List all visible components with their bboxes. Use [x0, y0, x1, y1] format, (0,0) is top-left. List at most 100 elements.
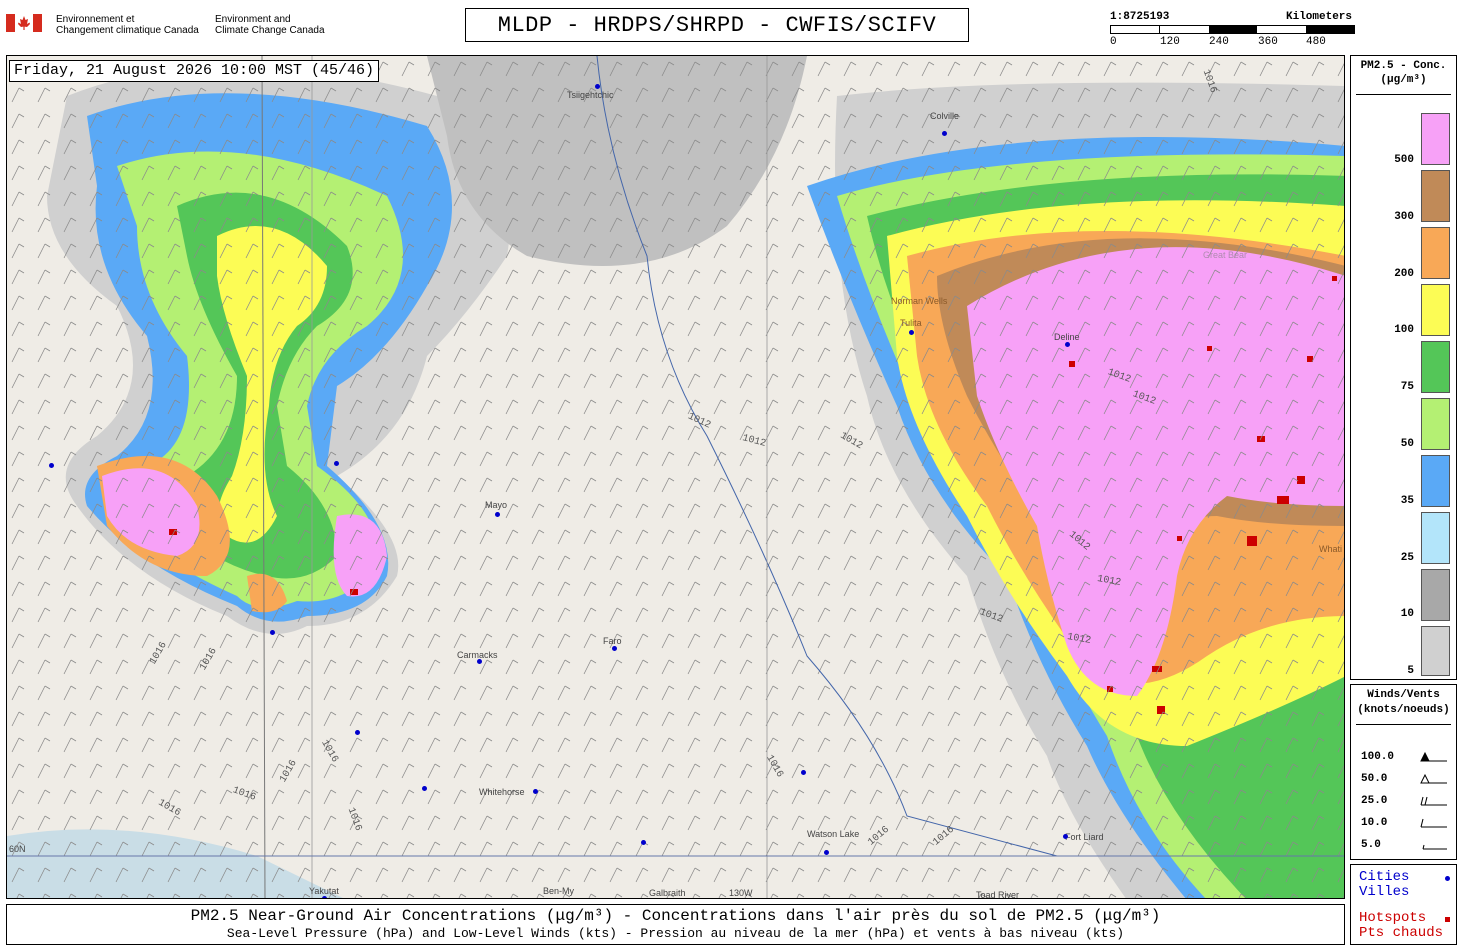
city-label: Colville: [930, 111, 960, 121]
city-marker-icon[interactable]: [270, 630, 275, 635]
legend-divider: [1356, 94, 1451, 95]
city-marker-icon[interactable]: [801, 770, 806, 775]
legend-level: 35: [1400, 495, 1414, 507]
city-marker-icon[interactable]: [1065, 342, 1070, 347]
legend-swatch: [1421, 398, 1450, 450]
legend-cities-fr: Villes: [1359, 884, 1410, 900]
legend-swatch: [1421, 341, 1450, 393]
city-label: Tsiigehtchic: [567, 90, 614, 100]
city-marker-icon[interactable]: [595, 84, 600, 89]
city-label: Yakutat: [309, 886, 339, 896]
city-label: Mayo: [485, 500, 508, 510]
legend-divider: [1356, 724, 1451, 725]
city-marker-icon[interactable]: [612, 646, 617, 651]
legend-swatch: [1421, 284, 1450, 336]
wind-speed-label: 5.0: [1361, 839, 1381, 851]
city-marker-icon[interactable]: [909, 330, 914, 335]
legend-cities: Cities Villes: [1359, 870, 1409, 900]
scale-tick-0: 0: [1110, 36, 1117, 48]
legend-swatch: [1421, 626, 1450, 676]
scale-tick-2: 240: [1209, 36, 1229, 48]
city-marker-icon[interactable]: [942, 131, 947, 136]
legend-level: 50: [1400, 438, 1414, 450]
hotspot-square-icon: [1445, 917, 1450, 922]
footer-title: PM2.5 Near-Ground Air Concentrations (μg…: [190, 907, 1161, 925]
city-marker-icon[interactable]: [49, 463, 54, 468]
grid-label-lat: 60N: [9, 844, 26, 854]
city-marker-icon[interactable]: [1063, 834, 1068, 839]
legend-level: 200: [1394, 268, 1414, 280]
wind-barb-icon: [1420, 751, 1447, 850]
city-marker-icon[interactable]: [422, 786, 427, 791]
legend-swatch: [1421, 569, 1450, 621]
city-marker-icon[interactable]: [824, 850, 829, 855]
legend-level: 300: [1394, 211, 1414, 223]
city-label: Great Bear: [1203, 250, 1248, 260]
city-marker-icon[interactable]: [334, 461, 339, 466]
legend-title-line2: (μg/m³): [1380, 74, 1427, 86]
city-dot-icon: [1445, 876, 1450, 881]
city-label: Whati: [1319, 544, 1343, 554]
city-marker-icon[interactable]: [355, 730, 360, 735]
legend-swatch: [1421, 512, 1450, 564]
legend-swatch: [1421, 227, 1450, 279]
scale-ratio: 1:8725193: [1110, 11, 1170, 23]
city-label: Norman Wells: [891, 296, 948, 306]
city-label: Faro: [603, 636, 622, 646]
city-label: Watson Lake: [807, 829, 860, 839]
page-title: MLDP - HRDPS/SHRPD - CWFIS/SCIFV: [465, 8, 969, 42]
city-marker-icon[interactable]: [495, 512, 500, 517]
gov-name-fr: Environnement et Changement climatique C…: [56, 14, 199, 36]
wind-speed-label: 50.0: [1361, 773, 1388, 785]
scale-units: Kilometers: [1286, 11, 1353, 23]
city-label: Ben-My: [543, 886, 575, 896]
legend-hotspots-fr: Pts chauds: [1359, 925, 1444, 941]
gov-fr-line2: Changement climatique Canada: [56, 25, 199, 36]
city-marker-icon[interactable]: [533, 789, 538, 794]
legend-swatch: [1421, 455, 1450, 507]
legend-level: 75: [1400, 381, 1414, 393]
city-marker-icon[interactable]: [641, 840, 646, 845]
scale-bar: [1110, 25, 1355, 34]
legend-title: PM2.5 - Conc. (μg/m³): [1351, 59, 1456, 87]
scale-tick-3: 360: [1258, 36, 1278, 48]
footer-caption: PM2.5 Near-Ground Air Concentrations (μg…: [6, 904, 1345, 945]
city-label: Whitehorse: [479, 787, 525, 797]
legend-hotspots-en: Hotspots: [1359, 910, 1427, 926]
legend-winds: Winds/Vents (knots/noeuds) 100.0 50.0 25…: [1350, 684, 1457, 860]
legend-hotspots: Hotspots Pts chauds: [1359, 911, 1443, 941]
legend-level: 5: [1407, 665, 1414, 677]
legend-cities-en: Cities: [1359, 869, 1410, 885]
city-label: Deline: [1054, 332, 1080, 342]
city-label: Fort Liard: [1065, 832, 1104, 842]
city-marker-icon[interactable]: [477, 659, 482, 664]
legend-level: 25: [1400, 552, 1414, 564]
grid-label-lon: 130W: [729, 888, 753, 898]
gov-fr-line1: Environnement et: [56, 14, 135, 25]
legend-wind-title-line1: Winds/Vents: [1367, 689, 1440, 701]
map-canvas[interactable]: [7, 56, 1345, 899]
wind-speed-label: 10.0: [1361, 817, 1388, 829]
city-label: Tulita: [900, 318, 922, 328]
wind-barb-field: [7, 56, 1344, 898]
legend-swatch: [1421, 113, 1450, 165]
gov-en-line2: Climate Change Canada: [215, 25, 325, 36]
city-marker-icon[interactable]: [322, 896, 327, 898]
city-label: Galbraith: [649, 888, 686, 898]
legend-symbols: Cities Villes Hotspots Pts chauds: [1350, 864, 1457, 945]
footer-subtitle: Sea-Level Pressure (hPa) and Low-Level W…: [226, 926, 1125, 941]
legend-level: 500: [1394, 154, 1414, 166]
legend-pm25: PM2.5 - Conc. (μg/m³) 500 300 200 100 75…: [1350, 55, 1457, 680]
canada-flag-icon: [6, 14, 42, 32]
legend-wind-title: Winds/Vents (knots/noeuds): [1351, 688, 1456, 718]
scale-tick-4: 480: [1306, 36, 1326, 48]
map-panel[interactable]: Tsiigehtchic Colville Norman Wells Tulit…: [6, 55, 1345, 899]
forecast-timestamp: Friday, 21 August 2026 10:00 MST (45/46): [9, 60, 380, 82]
legend-title-line1: PM2.5 - Conc.: [1360, 60, 1447, 72]
legend-wind-title-line2: (knots/noeuds): [1357, 704, 1450, 716]
wind-speed-label: 25.0: [1361, 795, 1388, 807]
gov-en-line1: Environment and: [215, 14, 291, 25]
gov-name-en: Environment and Climate Change Canada: [215, 14, 325, 36]
legend-level: 100: [1394, 324, 1414, 336]
legend-swatch: [1421, 170, 1450, 222]
